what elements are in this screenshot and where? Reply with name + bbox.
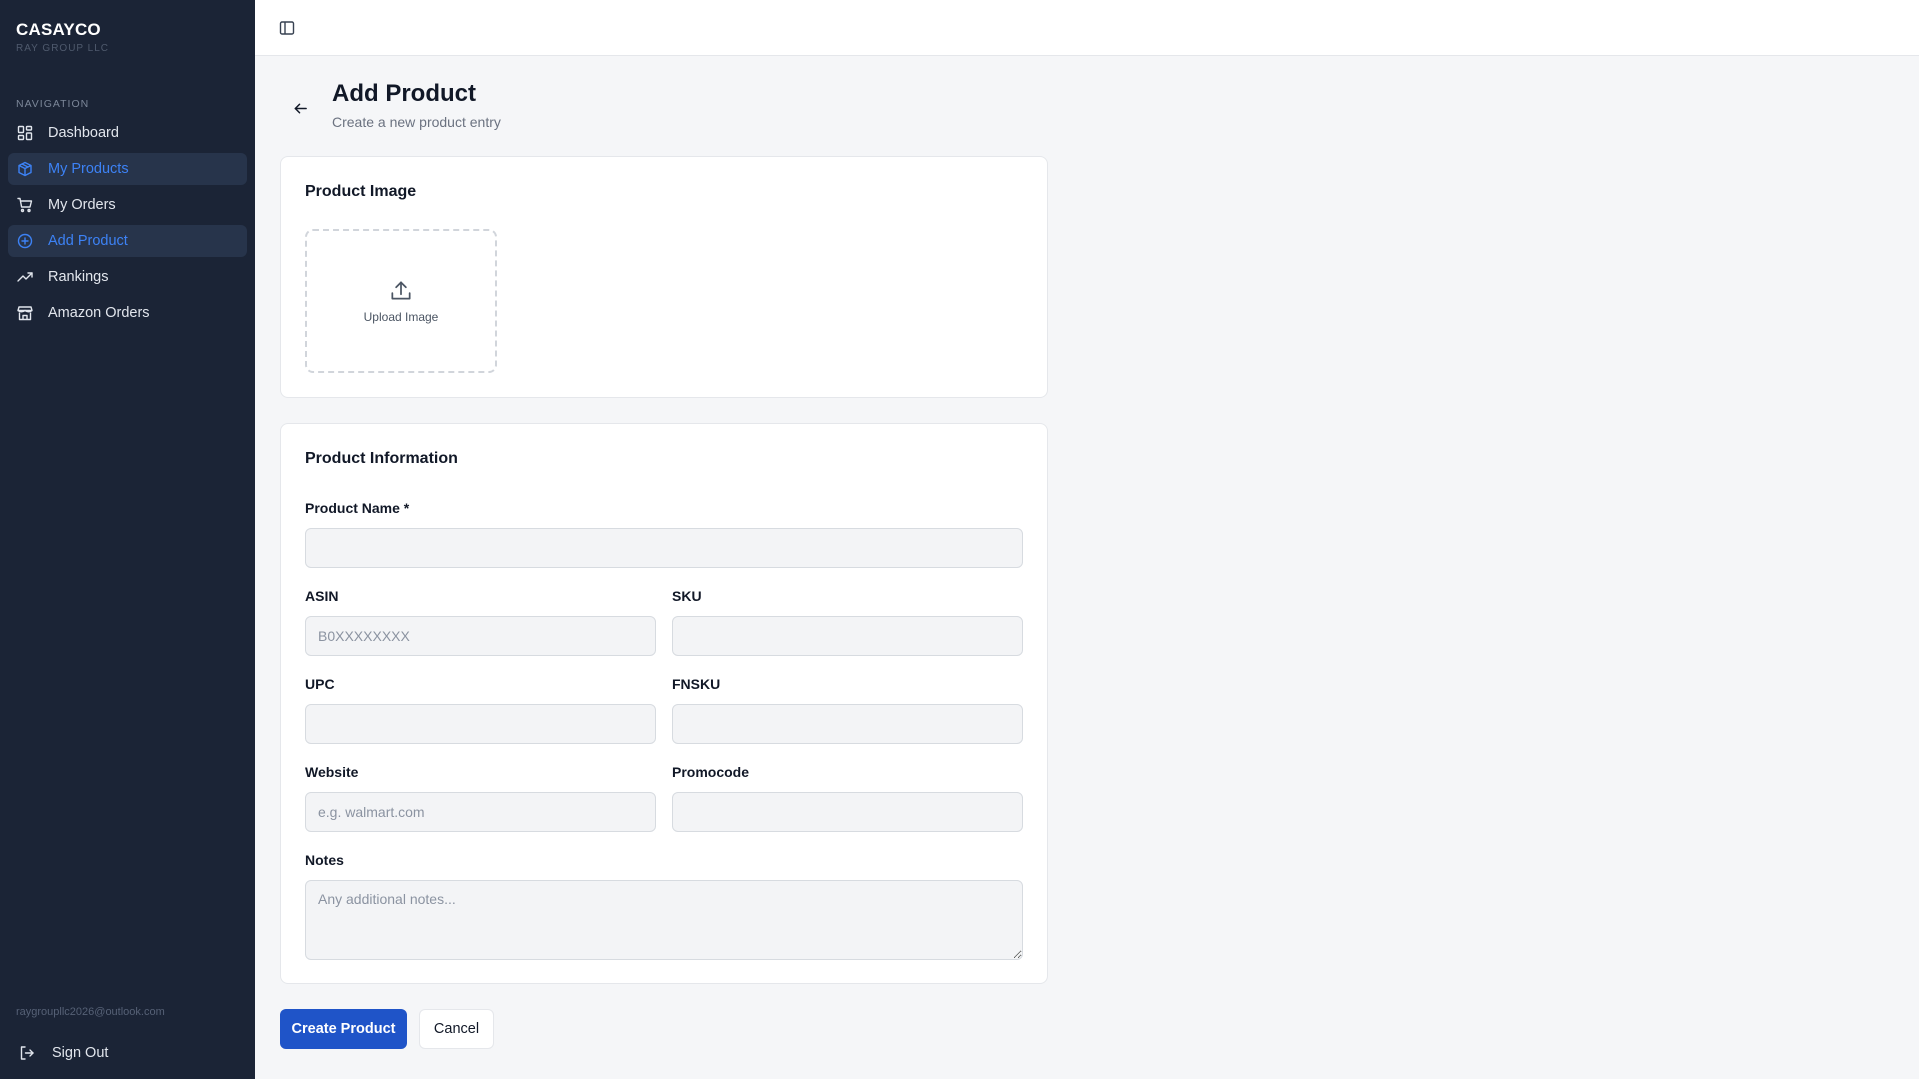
sidebar-item-label: Dashboard <box>48 125 119 141</box>
plus-circle-icon <box>16 232 34 250</box>
upload-icon <box>391 281 411 300</box>
sidebar-toggle-icon[interactable] <box>277 18 297 38</box>
asin-label: ASIN <box>305 588 339 604</box>
sku-input[interactable] <box>672 616 1023 656</box>
cancel-button[interactable]: Cancel <box>419 1009 494 1049</box>
top-bar <box>255 0 1919 56</box>
website-input[interactable] <box>305 792 656 832</box>
sign-out-label: Sign Out <box>52 1045 109 1061</box>
upload-image-label: Upload Image <box>363 310 439 324</box>
fnsku-input[interactable] <box>672 704 1023 744</box>
promocode-label: Promocode <box>672 764 750 780</box>
sidebar-item-my-products[interactable]: My Products <box>8 153 247 185</box>
notes-textarea[interactable] <box>305 880 1023 960</box>
fnsku-label: FNSKU <box>672 676 721 692</box>
sidebar-item-label: Amazon Orders <box>48 305 150 321</box>
sidebar-item-add-product[interactable]: Add Product <box>8 225 247 257</box>
card-title: Product Information <box>305 450 458 467</box>
sidebar-item-amazon-orders[interactable]: Amazon Orders <box>8 297 247 329</box>
sidebar-item-my-orders[interactable]: My Orders <box>8 189 247 221</box>
back-arrow-icon[interactable] <box>288 96 312 120</box>
website-label: Website <box>305 764 359 780</box>
brand-subtitle: RAY GROUP LLC <box>16 43 110 54</box>
sidebar-item-label: Add Product <box>48 233 128 249</box>
sidebar-item-label: Rankings <box>48 269 109 285</box>
brand: CASAYCO RAY GROUP LLC <box>16 20 109 54</box>
notes-label: Notes <box>305 852 344 868</box>
sidebar-item-dashboard[interactable]: Dashboard <box>8 117 247 149</box>
product-image-card: Product Image Upload Image <box>280 156 1048 398</box>
log-out-icon <box>18 1044 36 1062</box>
product-name-input[interactable] <box>305 528 1023 568</box>
user-email: raygroupllc2026@outlook.com <box>16 1006 165 1018</box>
product-information-card: Product Information Product Name * ASIN … <box>280 423 1048 984</box>
sidebar-item-label: My Orders <box>48 197 116 213</box>
cart-icon <box>16 196 34 214</box>
brand-name: CASAYCO <box>16 20 101 39</box>
sidebar-nav: Dashboard My Products My Orders Add Prod… <box>8 117 247 333</box>
store-icon <box>16 304 34 322</box>
upc-input[interactable] <box>305 704 656 744</box>
upc-label: UPC <box>305 676 335 692</box>
page-title: Add Product <box>332 80 476 107</box>
upload-image-dropzone[interactable]: Upload Image <box>305 229 497 373</box>
sidebar-item-rankings[interactable]: Rankings <box>8 261 247 293</box>
asin-input[interactable] <box>305 616 656 656</box>
promocode-input[interactable] <box>672 792 1023 832</box>
product-name-label: Product Name * <box>305 500 410 516</box>
sidebar-item-label: My Products <box>48 161 129 177</box>
sign-out-button[interactable]: Sign Out <box>12 1038 243 1068</box>
package-icon <box>16 160 34 178</box>
trending-up-icon <box>16 268 34 286</box>
dashboard-grid-icon <box>16 124 34 142</box>
create-product-button[interactable]: Create Product <box>280 1009 407 1049</box>
card-title: Product Image <box>305 183 417 200</box>
sidebar: CASAYCO RAY GROUP LLC NAVIGATION Dashboa… <box>0 0 255 1079</box>
sku-label: SKU <box>672 588 702 604</box>
page-subtitle: Create a new product entry <box>332 114 501 130</box>
nav-heading: NAVIGATION <box>16 98 90 110</box>
